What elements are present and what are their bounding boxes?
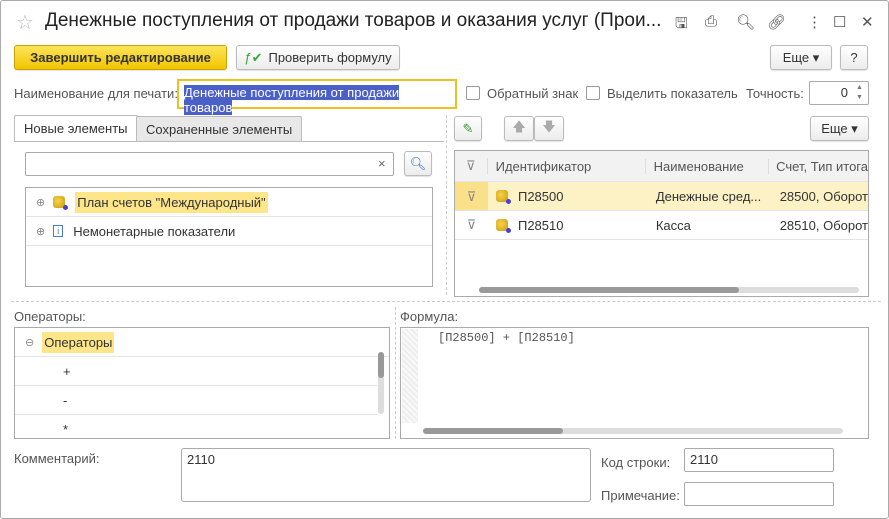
filter-icon[interactable]: ⊽ (455, 158, 488, 174)
check-formula-button[interactable]: ƒ✔ Проверить формулу (236, 45, 400, 70)
formula-label: Формула: (400, 309, 459, 324)
table-row[interactable]: ⊽ П28500 Денежные сред... 28500, Оборот (455, 182, 868, 211)
operators-group-label: Операторы (42, 331, 115, 353)
coins-icon (53, 196, 69, 210)
tab-new-elements[interactable]: Новые элементы (14, 115, 138, 142)
arrow-up-icon: 🡅 (512, 118, 526, 134)
move-down-button[interactable]: 🡇 (534, 116, 564, 141)
cell-id: П28500 (517, 188, 564, 204)
highlight-checkbox[interactable] (586, 86, 600, 100)
maximize-icon[interactable]: ☐ (833, 13, 846, 31)
operators-tree: ⊖ Операторы + - * (14, 327, 390, 439)
finish-editing-button[interactable]: Завершить редактирование (14, 45, 227, 70)
tree-item[interactable]: ⊕ План счетов "Международный" (26, 188, 432, 217)
expand-icon[interactable]: ⊕ (36, 225, 45, 238)
print-icon[interactable]: ⎙ (705, 13, 717, 30)
operators-group[interactable]: ⊖ Операторы (15, 328, 389, 357)
check-formula-label: Проверить формулу (268, 50, 392, 65)
operator-item[interactable]: - (15, 386, 377, 415)
favorite-star-icon[interactable]: ☆ (16, 10, 34, 35)
column-header[interactable]: Наименование (646, 158, 770, 174)
elements-grid: ⊽ Идентификатор Наименование Счет, Тип и… (454, 150, 869, 297)
operators-label: Операторы: (14, 309, 86, 324)
grid-more-button[interactable]: Еще ▾ (810, 116, 869, 141)
arrow-down-icon: 🡇 (542, 118, 556, 134)
tree-item[interactable]: ⊕ i Немонетарные показатели (26, 217, 432, 246)
print-name-label: Наименование для печати: (14, 86, 178, 101)
column-header[interactable]: Идентификатор (488, 158, 646, 174)
line-code-input[interactable]: 2110 (684, 448, 834, 472)
search-button[interactable]: 🔍︎ (404, 151, 432, 176)
column-header[interactable]: Счет, Тип итога (769, 159, 868, 174)
link-icon[interactable]: 🔗︎ (767, 13, 786, 31)
cell-account: 28500, Оборот (779, 188, 868, 204)
preview-icon[interactable]: 🔍︎ (736, 13, 755, 31)
tab-saved-elements[interactable]: Сохраненные элементы (136, 116, 303, 142)
coins-icon (495, 219, 511, 233)
coins-icon (495, 190, 511, 204)
formula-text: [П28500] + [П28510] (438, 331, 575, 345)
more-vert-icon[interactable]: ⋮ (807, 13, 822, 31)
reverse-sign-checkbox[interactable] (466, 86, 480, 100)
print-name-value: Денежные поступления от продажи товаров (184, 85, 400, 115)
pencil-icon: ✎ (462, 120, 474, 136)
info-icon: i (53, 225, 64, 237)
search-icon: 🔍︎ (409, 155, 427, 171)
note-label: Примечание: (601, 488, 680, 503)
filter-icon: ⊽ (455, 182, 488, 210)
operator-item[interactable]: * (15, 415, 377, 438)
cell-account: 28510, Оборот (779, 217, 868, 233)
comment-label: Комментарий: (14, 451, 100, 466)
tree-item-label: План счетов "Международный" (75, 191, 268, 213)
window-title: Денежные поступления от продажи товаров … (45, 10, 662, 31)
collapse-icon[interactable]: ⊖ (25, 336, 34, 349)
horizontal-scrollbar[interactable] (479, 287, 859, 293)
note-input[interactable] (684, 482, 834, 506)
formula-check-icon: ƒ✔ (244, 49, 263, 65)
reverse-sign-label: Обратный знак (487, 86, 579, 101)
cell-id: П28510 (517, 217, 564, 233)
close-icon[interactable]: ✕ (861, 13, 874, 31)
operator-item[interactable]: + (15, 357, 377, 386)
tree-item-label: Немонетарные показатели (73, 223, 236, 239)
print-name-input[interactable]: Денежные поступления от продажи товаров (177, 79, 457, 115)
comment-input[interactable]: 2110 (181, 448, 591, 502)
expand-icon[interactable]: ⊕ (36, 196, 45, 209)
form-window: ☆ Денежные поступления от продажи товаро… (0, 0, 889, 519)
table-row[interactable]: ⊽ П28510 Касса 28510, Оборот (455, 211, 868, 240)
vertical-scrollbar[interactable] (378, 352, 384, 414)
filter-icon: ⊽ (466, 217, 477, 232)
accounts-tree: ⊕ План счетов "Международный" ⊕ i Немонетар… (25, 187, 433, 287)
highlight-label: Выделить показатель (607, 86, 738, 101)
grid-header: ⊽ Идентификатор Наименование Счет, Тип и… (455, 151, 868, 182)
move-up-button[interactable]: 🡅 (504, 116, 534, 141)
cell-name: Касса (655, 217, 691, 233)
search-input[interactable] (25, 152, 394, 176)
precision-spinner[interactable]: ▲ ▼ (856, 83, 863, 103)
more-button[interactable]: Еще ▾ (770, 45, 832, 70)
cell-name: Денежные сред... (655, 188, 762, 204)
formula-editor[interactable]: [П28500] + [П28510] (400, 327, 869, 439)
precision-label: Точность: (746, 86, 804, 101)
save-icon[interactable]: 🖫 (675, 13, 688, 38)
line-code-label: Код строки: (601, 455, 671, 470)
edit-button[interactable]: ✎ (454, 116, 482, 141)
formula-scrollbar[interactable] (423, 428, 843, 434)
help-button[interactable]: ? (840, 45, 868, 70)
clear-search-icon[interactable]: × (378, 156, 386, 171)
